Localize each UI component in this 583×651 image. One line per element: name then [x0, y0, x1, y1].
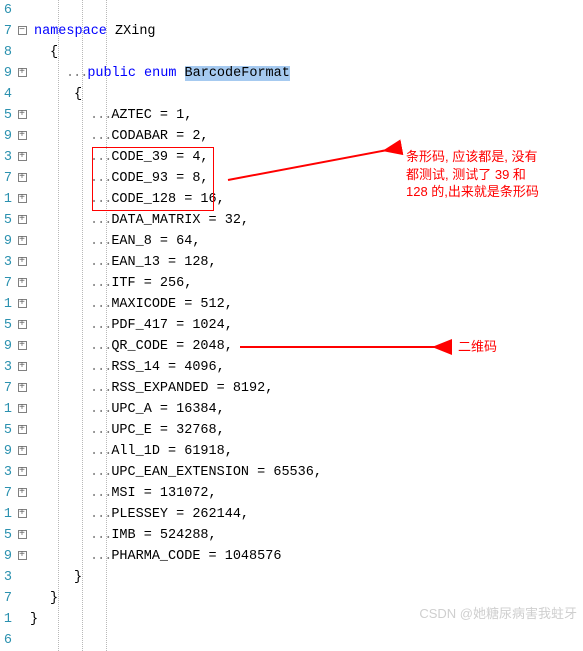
enum-member[interactable]: ...PDF_417 = 1024, [30, 315, 583, 336]
fold-guide [14, 609, 30, 630]
namespace-decl[interactable]: namespace ZXing [30, 21, 583, 42]
fold-expand-icon[interactable] [14, 504, 30, 525]
inner-brace-open[interactable]: { [30, 84, 583, 105]
line-number: 1 [0, 399, 12, 420]
enum-member[interactable]: ...RSS_EXPANDED = 8192, [30, 378, 583, 399]
enum-member[interactable]: ...CODE_39 = 4, [30, 147, 583, 168]
line-number: 1 [0, 504, 12, 525]
line-number: 9 [0, 231, 12, 252]
fold-expand-icon[interactable] [14, 252, 30, 273]
enum-member[interactable]: ...UPC_E = 32768, [30, 420, 583, 441]
fold-expand-icon[interactable] [14, 546, 30, 567]
fold-expand-icon[interactable] [14, 105, 30, 126]
line-number: 9 [0, 63, 12, 84]
enum-member[interactable]: ...EAN_8 = 64, [30, 231, 583, 252]
fold-expand-icon[interactable] [14, 210, 30, 231]
fold-expand-icon[interactable] [14, 231, 30, 252]
enum-member[interactable]: ...PHARMA_CODE = 1048576 [30, 546, 583, 567]
code-line-blank[interactable] [30, 630, 583, 651]
line-number: 1 [0, 609, 12, 630]
fold-expand-icon[interactable] [14, 399, 30, 420]
line-number-gutter: 6789459371593715937159371593716 [0, 0, 14, 651]
code-column[interactable]: namespace ZXing{...public enum BarcodeFo… [30, 0, 583, 651]
fold-collapse-icon[interactable] [14, 21, 30, 42]
fold-expand-icon[interactable] [14, 378, 30, 399]
fold-expand-icon[interactable] [14, 168, 30, 189]
fold-expand-icon[interactable] [14, 63, 30, 84]
line-number: 5 [0, 210, 12, 231]
enum-member[interactable]: ...QR_CODE = 2048, [30, 336, 583, 357]
watermark: CSDN @她糖尿病害我蛀牙 [419, 603, 577, 622]
enum-decl[interactable]: ...public enum BarcodeFormat [30, 63, 583, 84]
fold-guide [14, 567, 30, 588]
enum-member[interactable]: ...UPC_A = 16384, [30, 399, 583, 420]
line-number: 7 [0, 168, 12, 189]
line-number: 1 [0, 294, 12, 315]
line-number: 3 [0, 462, 12, 483]
enum-member[interactable]: ...EAN_13 = 128, [30, 252, 583, 273]
inner-brace-close[interactable]: } [30, 567, 583, 588]
line-number: 7 [0, 378, 12, 399]
enum-member[interactable]: ...DATA_MATRIX = 32, [30, 210, 583, 231]
fold-guide [14, 0, 30, 21]
fold-expand-icon[interactable] [14, 462, 30, 483]
fold-expand-icon[interactable] [14, 336, 30, 357]
fold-guide [14, 42, 30, 63]
enum-member[interactable]: ...ITF = 256, [30, 273, 583, 294]
line-number: 5 [0, 315, 12, 336]
code-editor[interactable]: 6789459371593715937159371593716 namespac… [0, 0, 583, 651]
fold-expand-icon[interactable] [14, 357, 30, 378]
fold-guide [14, 84, 30, 105]
fold-expand-icon[interactable] [14, 147, 30, 168]
fold-expand-icon[interactable] [14, 441, 30, 462]
line-number: 7 [0, 588, 12, 609]
brace-open[interactable]: { [30, 42, 583, 63]
line-number: 9 [0, 441, 12, 462]
fold-expand-icon[interactable] [14, 273, 30, 294]
line-number: 7 [0, 21, 12, 42]
line-number: 4 [0, 84, 12, 105]
enum-member[interactable]: ...AZTEC = 1, [30, 105, 583, 126]
enum-member[interactable]: ...RSS_14 = 4096, [30, 357, 583, 378]
line-number: 3 [0, 567, 12, 588]
fold-expand-icon[interactable] [14, 525, 30, 546]
line-number: 3 [0, 147, 12, 168]
fold-gutter[interactable] [14, 0, 30, 651]
line-number: 6 [0, 630, 12, 651]
line-number: 6 [0, 0, 12, 21]
line-number: 9 [0, 546, 12, 567]
enum-member[interactable]: ...IMB = 524288, [30, 525, 583, 546]
code-line-blank[interactable] [30, 0, 583, 21]
line-number: 9 [0, 336, 12, 357]
enum-member[interactable]: ...UPC_EAN_EXTENSION = 65536, [30, 462, 583, 483]
enum-member[interactable]: ...MSI = 131072, [30, 483, 583, 504]
fold-expand-icon[interactable] [14, 483, 30, 504]
line-number: 7 [0, 483, 12, 504]
enum-member[interactable]: ...PLESSEY = 262144, [30, 504, 583, 525]
fold-guide [14, 630, 30, 651]
fold-expand-icon[interactable] [14, 420, 30, 441]
line-number: 5 [0, 420, 12, 441]
line-number: 3 [0, 357, 12, 378]
line-number: 8 [0, 42, 12, 63]
fold-expand-icon[interactable] [14, 126, 30, 147]
fold-expand-icon[interactable] [14, 294, 30, 315]
line-number: 9 [0, 126, 12, 147]
fold-expand-icon[interactable] [14, 315, 30, 336]
enum-member[interactable]: ...MAXICODE = 512, [30, 294, 583, 315]
line-number: 5 [0, 105, 12, 126]
enum-member[interactable]: ...CODE_128 = 16, [30, 189, 583, 210]
fold-guide [14, 588, 30, 609]
line-number: 5 [0, 525, 12, 546]
fold-expand-icon[interactable] [14, 189, 30, 210]
line-number: 1 [0, 189, 12, 210]
enum-member[interactable]: ...CODABAR = 2, [30, 126, 583, 147]
line-number: 7 [0, 273, 12, 294]
line-number: 3 [0, 252, 12, 273]
enum-member[interactable]: ...CODE_93 = 8, [30, 168, 583, 189]
enum-member[interactable]: ...All_1D = 61918, [30, 441, 583, 462]
